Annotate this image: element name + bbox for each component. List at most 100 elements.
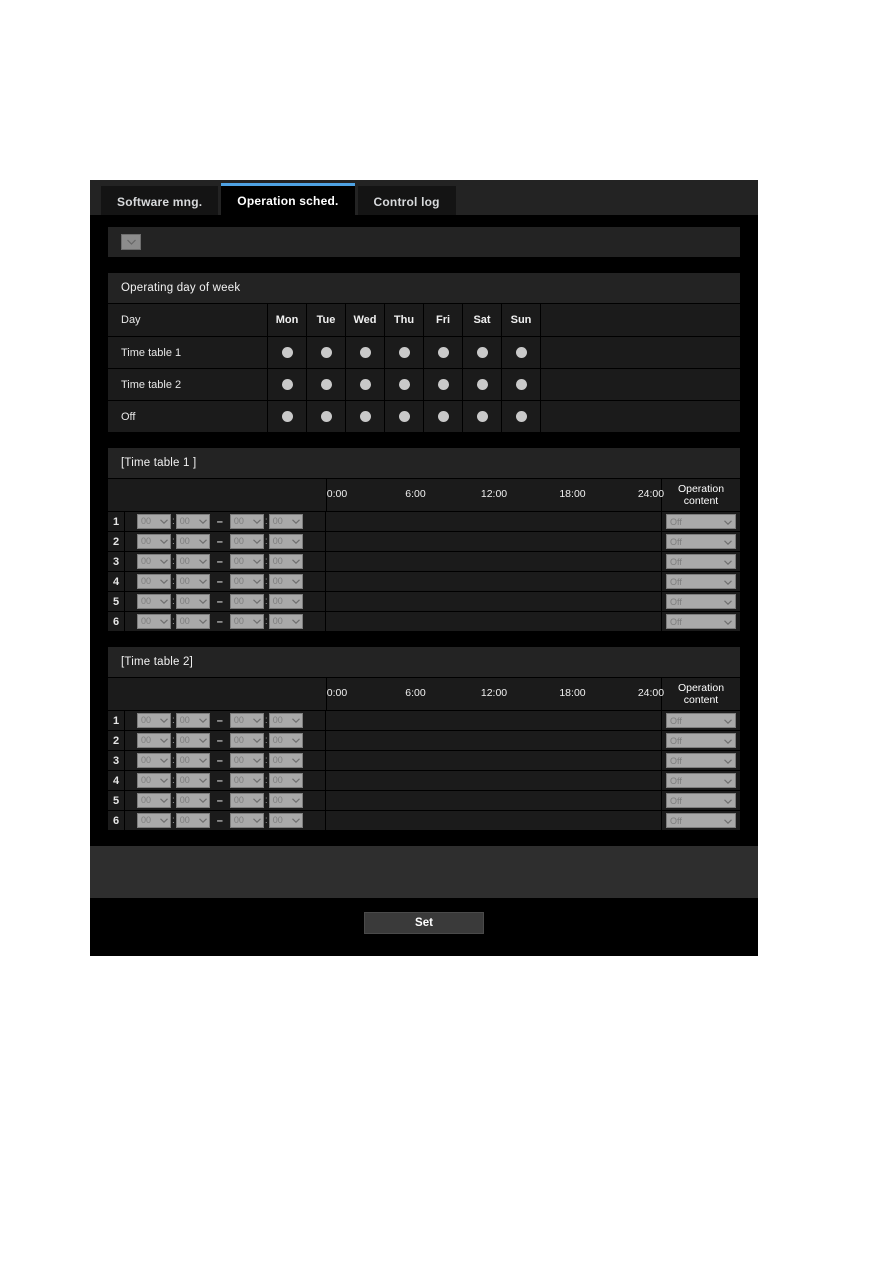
radio-tt2-sun[interactable] <box>502 369 541 400</box>
start-minute-select[interactable]: 00 <box>175 773 210 788</box>
operation-content-select[interactable]: Off <box>666 614 736 629</box>
start-hour-select[interactable]: 00 <box>137 574 171 589</box>
end-hour-select[interactable]: 00 <box>229 793 264 808</box>
end-minute-select[interactable]: 00 <box>268 534 303 549</box>
operation-content-select[interactable]: Off <box>666 514 736 529</box>
operation-content-select[interactable]: Off <box>666 534 736 549</box>
radio-off-mon[interactable] <box>268 401 307 432</box>
chevron-down-icon <box>724 776 732 786</box>
radio-off-sun[interactable] <box>502 401 541 432</box>
operation-content-select[interactable]: Off <box>666 753 736 768</box>
day-header-tue: Tue <box>307 304 346 336</box>
set-button[interactable]: Set <box>364 912 484 934</box>
end-minute-select[interactable]: 00 <box>268 753 303 768</box>
start-hour-select[interactable]: 00 <box>137 753 171 768</box>
end-hour-select[interactable]: 00 <box>229 534 264 549</box>
end-hour-select[interactable]: 00 <box>229 753 264 768</box>
radio-off-tue[interactable] <box>307 401 346 432</box>
operation-content-select[interactable]: Off <box>666 713 736 728</box>
radio-tt1-tue[interactable] <box>307 337 346 368</box>
start-minute-select[interactable]: 00 <box>175 793 210 808</box>
end-minute-select[interactable]: 00 <box>268 574 303 589</box>
start-hour-select[interactable]: 00 <box>137 514 171 529</box>
start-minute-select[interactable]: 00 <box>175 554 210 569</box>
end-hour-select[interactable]: 00 <box>229 574 264 589</box>
operation-content-select[interactable]: Off <box>666 733 736 748</box>
operation-content-select[interactable]: Off <box>666 793 736 808</box>
end-hour-select[interactable]: 00 <box>229 514 264 529</box>
start-hour-select[interactable]: 00 <box>137 773 171 788</box>
end-hour-select[interactable]: 00 <box>229 594 264 609</box>
start-minute-select[interactable]: 00 <box>175 534 210 549</box>
operation-content-select[interactable]: Off <box>666 554 736 569</box>
radio-tt1-sat[interactable] <box>463 337 502 368</box>
radio-icon <box>281 379 293 390</box>
start-minute-select[interactable]: 00 <box>175 574 210 589</box>
radio-off-wed[interactable] <box>346 401 385 432</box>
end-hour-select[interactable]: 00 <box>229 813 264 828</box>
radio-tt1-mon[interactable] <box>268 337 307 368</box>
select-value: 00 <box>141 715 152 725</box>
end-minute-select[interactable]: 00 <box>268 813 303 828</box>
radio-tt2-wed[interactable] <box>346 369 385 400</box>
end-hour-select[interactable]: 00 <box>229 554 264 569</box>
radio-tt2-thu[interactable] <box>385 369 424 400</box>
end-hour-select[interactable]: 00 <box>229 773 264 788</box>
radio-icon <box>320 411 332 422</box>
select-value: 00 <box>233 556 244 566</box>
start-hour-select[interactable]: 00 <box>137 793 171 808</box>
time-range-column-header <box>108 678 327 710</box>
operation-content-select[interactable]: Off <box>666 594 736 609</box>
end-minute-select[interactable]: 00 <box>268 554 303 569</box>
operation-content-column-header: Operation content <box>662 479 740 511</box>
end-minute-select[interactable]: 00 <box>268 594 303 609</box>
start-hour-select[interactable]: 00 <box>137 554 171 569</box>
end-hour-select[interactable]: 00 <box>229 713 264 728</box>
tab-operation-sched[interactable]: Operation sched. <box>221 183 355 215</box>
start-minute-select[interactable]: 00 <box>175 514 210 529</box>
start-hour-select[interactable]: 00 <box>137 614 171 629</box>
start-hour-select[interactable]: 00 <box>137 534 171 549</box>
radio-off-thu[interactable] <box>385 401 424 432</box>
end-minute-select[interactable]: 00 <box>268 514 303 529</box>
schedule-mode-select[interactable] <box>121 234 141 250</box>
chevron-down-icon <box>160 535 168 548</box>
tab-control-log[interactable]: Control log <box>357 186 456 215</box>
select-value: Off <box>670 735 682 746</box>
row-number: 5 <box>108 592 125 611</box>
radio-tt2-mon[interactable] <box>268 369 307 400</box>
start-hour-select[interactable]: 00 <box>137 733 171 748</box>
start-hour-select[interactable]: 00 <box>137 813 171 828</box>
start-minute-select[interactable]: 00 <box>175 614 210 629</box>
end-minute-select[interactable]: 00 <box>268 793 303 808</box>
start-minute-select[interactable]: 00 <box>175 713 210 728</box>
end-hour-select[interactable]: 00 <box>229 733 264 748</box>
radio-off-fri[interactable] <box>424 401 463 432</box>
radio-tt1-fri[interactable] <box>424 337 463 368</box>
start-minute-select[interactable]: 00 <box>175 594 210 609</box>
end-minute-select[interactable]: 00 <box>268 773 303 788</box>
end-minute-select[interactable]: 00 <box>268 733 303 748</box>
radio-tt1-thu[interactable] <box>385 337 424 368</box>
start-minute-select[interactable]: 00 <box>175 813 210 828</box>
radio-tt1-sun[interactable] <box>502 337 541 368</box>
end-minute-select[interactable]: 00 <box>268 713 303 728</box>
operation-content-select[interactable]: Off <box>666 574 736 589</box>
start-hour-select[interactable]: 00 <box>137 594 171 609</box>
radio-tt1-wed[interactable] <box>346 337 385 368</box>
radio-tt2-tue[interactable] <box>307 369 346 400</box>
radio-icon <box>437 379 449 390</box>
radio-tt2-sat[interactable] <box>463 369 502 400</box>
tab-software-mng[interactable]: Software mng. <box>101 186 219 215</box>
start-minute-select[interactable]: 00 <box>175 753 210 768</box>
start-minute-select[interactable]: 00 <box>175 733 210 748</box>
end-hour-select[interactable]: 00 <box>229 614 264 629</box>
operation-content-select[interactable]: Off <box>666 773 736 788</box>
select-value: 00 <box>272 755 283 765</box>
radio-off-sat[interactable] <box>463 401 502 432</box>
radio-tt2-fri[interactable] <box>424 369 463 400</box>
timeline-scale: 0:00 6:00 12:00 18:00 24:00 <box>327 678 664 710</box>
end-minute-select[interactable]: 00 <box>268 614 303 629</box>
start-hour-select[interactable]: 00 <box>137 713 171 728</box>
operation-content-select[interactable]: Off <box>666 813 736 828</box>
